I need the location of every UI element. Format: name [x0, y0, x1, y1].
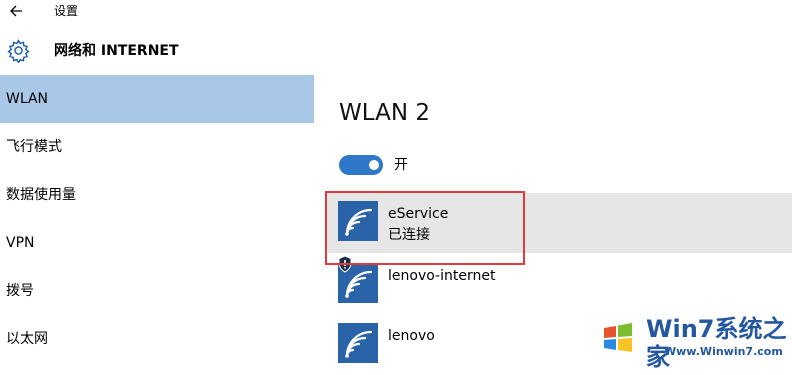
sidebar-item-wlan[interactable]: WLAN	[0, 75, 314, 123]
section-title: WLAN 2	[339, 100, 430, 126]
wifi-toggle[interactable]	[339, 155, 383, 175]
page-title: 网络和 INTERNET	[54, 43, 179, 59]
toggle-label: 开	[394, 157, 408, 173]
sidebar-item-dial-up[interactable]: 拨号	[0, 267, 314, 315]
network-name: lenovo	[388, 328, 435, 344]
sidebar-item-airplane-mode[interactable]: 飞行模式	[0, 123, 314, 171]
sidebar-item-label: 拨号	[6, 283, 34, 299]
network-name: lenovo-internet	[388, 268, 496, 284]
sidebar-item-label: 飞行模式	[6, 139, 62, 155]
sidebar-item-vpn[interactable]: VPN	[0, 219, 314, 267]
highlight-annotation-box	[325, 191, 525, 265]
watermark-brand: Win7系统之家	[646, 315, 787, 371]
sidebar-item-label: WLAN	[6, 91, 49, 107]
title-bar: 设置	[0, 0, 792, 22]
window-title: 设置	[54, 4, 79, 18]
sidebar: WLAN 飞行模式 数据使用量 VPN 拨号 以太网	[0, 75, 314, 365]
wifi-tile	[338, 323, 378, 363]
sidebar-item-label: 以太网	[6, 331, 48, 347]
sidebar-item-label: VPN	[6, 235, 35, 251]
watermark-url: Www.Winwin7.com	[664, 345, 783, 358]
wifi-signal-icon	[345, 330, 373, 358]
windows-logo-icon	[596, 316, 640, 360]
back-arrow-icon[interactable]	[6, 2, 28, 20]
watermark: Win7系统之家 Www.Winwin7.com	[594, 312, 792, 371]
toggle-knob	[369, 160, 379, 170]
page-header: 网络和 INTERNET	[0, 30, 792, 72]
sidebar-item-data-usage[interactable]: 数据使用量	[0, 171, 314, 219]
sidebar-item-label: 数据使用量	[6, 187, 76, 203]
sidebar-item-ethernet[interactable]: 以太网	[0, 315, 314, 363]
gear-icon	[7, 39, 30, 63]
